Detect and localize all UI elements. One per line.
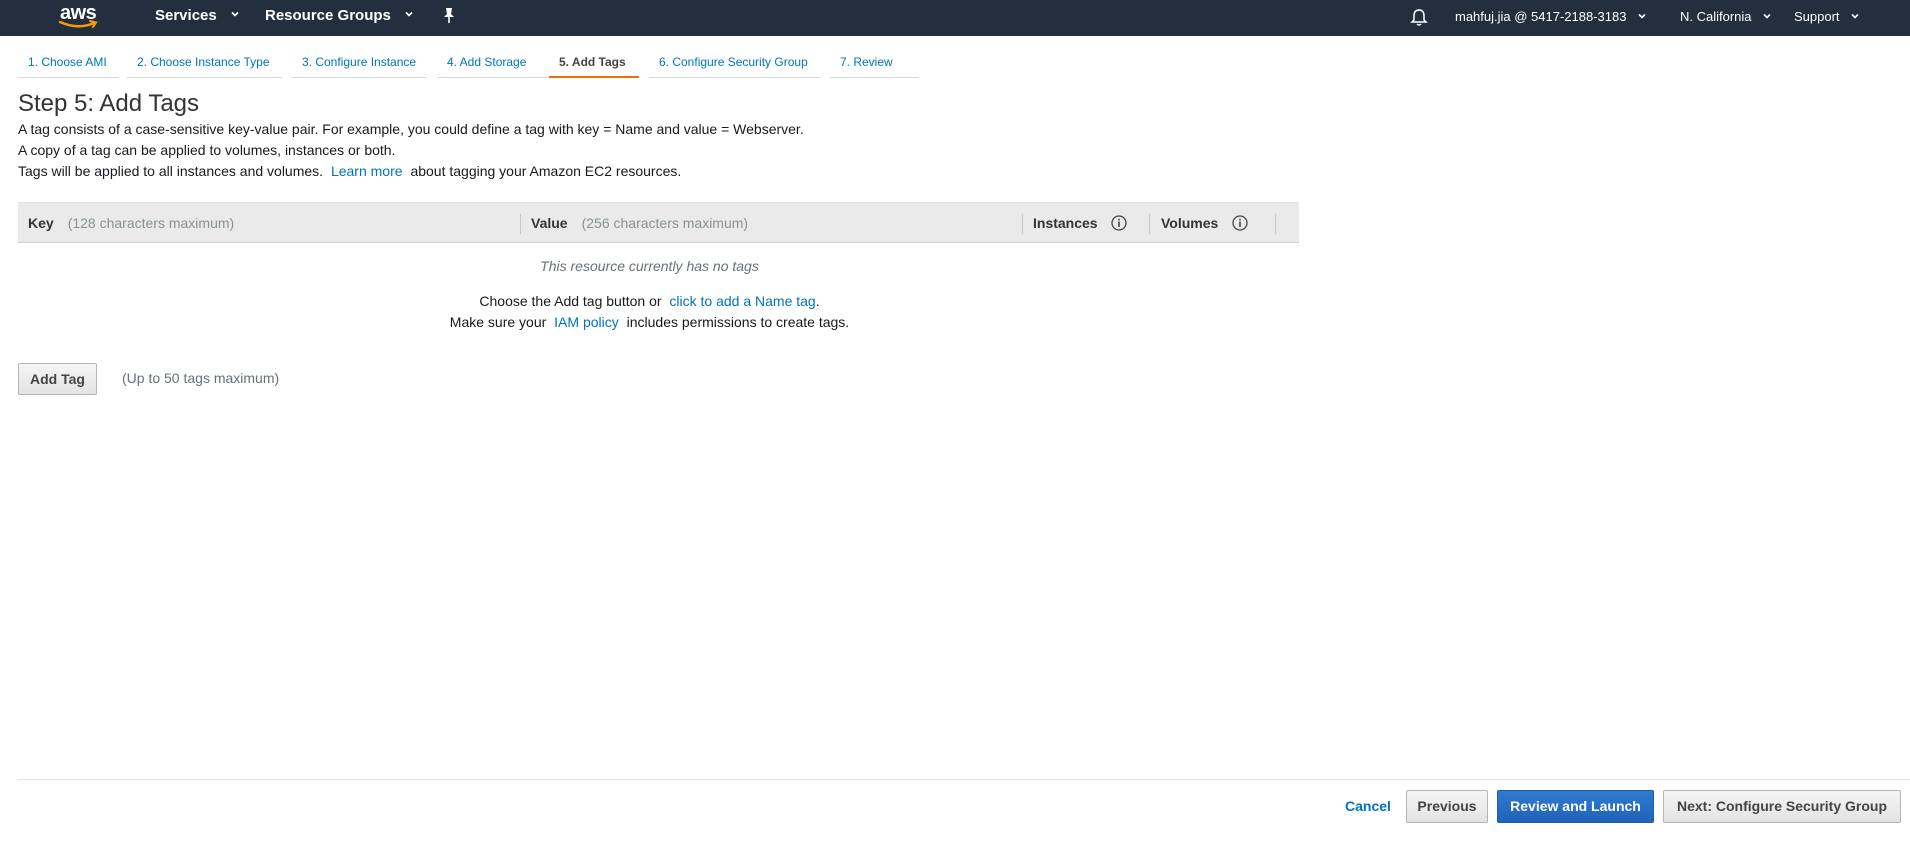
services-menu[interactable]: Services (155, 0, 239, 32)
account-label: mahfuj.jia @ 5417-2188-3183 (1455, 9, 1627, 24)
resource-groups-label: Resource Groups (265, 7, 391, 24)
value-hint: (256 characters maximum) (581, 215, 749, 231)
description-text: Tags will be applied to all instances an… (18, 163, 324, 179)
learn-more-link[interactable]: Learn more (331, 163, 403, 179)
empty-tags-message: This resource currently has no tags (540, 258, 759, 274)
support-menu[interactable]: Support (1794, 0, 1859, 34)
info-icon[interactable] (1232, 215, 1248, 231)
cancel-button[interactable]: Cancel (1338, 790, 1398, 823)
description-text: about tagging your Amazon EC2 resources. (410, 163, 682, 179)
step-configure-security-group[interactable]: 6. Configure Security Group (649, 51, 820, 78)
aws-smile-icon (58, 20, 98, 28)
step-add-tags[interactable]: 5. Add Tags (549, 51, 639, 78)
page-title: Step 5: Add Tags (18, 90, 200, 117)
services-label: Services (155, 7, 217, 24)
help-text: includes permissions to create tags. (626, 314, 850, 330)
step-choose-ami[interactable]: 1. Choose AMI (18, 51, 119, 78)
support-label: Support (1794, 9, 1840, 24)
bell-icon[interactable] (1410, 8, 1428, 27)
column-divider (1022, 214, 1023, 234)
add-tag-limit-hint: (Up to 50 tags maximum) (122, 370, 280, 386)
help-text: Make sure your (449, 314, 547, 330)
key-column-header: Key (128 characters maximum) (28, 203, 234, 243)
step-review[interactable]: 7. Review (830, 51, 919, 78)
top-navigation-bar: aws Services Resource Groups mahfuj.jia … (0, 0, 1910, 36)
column-divider (520, 214, 521, 234)
step-add-storage[interactable]: 4. Add Storage (437, 51, 558, 78)
region-label: N. California (1680, 9, 1752, 24)
next-configure-security-group-button[interactable]: Next: Configure Security Group (1663, 790, 1901, 823)
key-hint: (128 characters maximum) (67, 215, 235, 231)
value-header-label: Value (531, 215, 568, 231)
volumes-column-header: Volumes (1161, 203, 1248, 243)
volumes-header-label: Volumes (1161, 215, 1219, 231)
add-name-tag-link[interactable]: click to add a Name tag (669, 293, 815, 309)
step-choose-instance-type[interactable]: 2. Choose Instance Type (127, 51, 282, 78)
step-configure-instance[interactable]: 3. Configure Instance (292, 51, 427, 78)
footer-divider (18, 779, 1910, 780)
resource-groups-menu[interactable]: Resource Groups (265, 0, 413, 32)
info-icon[interactable] (1111, 215, 1128, 231)
instances-column-header: Instances (1033, 203, 1128, 243)
column-divider (1275, 214, 1276, 234)
description-line-2: A copy of a tag can be applied to volume… (18, 142, 396, 158)
add-tag-help-line: Choose the Add tag button or click to ad… (0, 293, 1299, 309)
chevron-down-icon (405, 11, 413, 17)
key-header-label: Key (28, 215, 54, 231)
description-line-1: A tag consists of a case-sensitive key-v… (18, 121, 804, 137)
chevron-down-icon (1851, 13, 1859, 19)
instances-header-label: Instances (1033, 215, 1098, 231)
value-column-header: Value (256 characters maximum) (531, 203, 748, 243)
previous-button[interactable]: Previous (1406, 790, 1488, 823)
review-and-launch-button[interactable]: Review and Launch (1497, 790, 1654, 823)
region-menu[interactable]: N. California (1680, 0, 1771, 34)
account-menu[interactable]: mahfuj.jia @ 5417-2188-3183 (1455, 0, 1646, 34)
add-tag-button[interactable]: Add Tag (18, 363, 97, 395)
pin-icon[interactable] (441, 7, 457, 25)
column-divider (1149, 214, 1150, 234)
chevron-down-icon (1638, 13, 1646, 19)
help-text: Choose the Add tag button or (479, 293, 662, 309)
description-line-3: Tags will be applied to all instances an… (18, 162, 681, 180)
iam-policy-help-line: Make sure your IAM policy includes permi… (0, 314, 1299, 330)
help-text: . (815, 293, 820, 309)
chevron-down-icon (1763, 13, 1771, 19)
chevron-down-icon (231, 11, 239, 17)
tags-table-header: Key (128 characters maximum) Value (256 ch… (18, 202, 1299, 243)
aws-logo[interactable]: aws (56, 0, 106, 36)
iam-policy-link[interactable]: IAM policy (554, 314, 619, 330)
